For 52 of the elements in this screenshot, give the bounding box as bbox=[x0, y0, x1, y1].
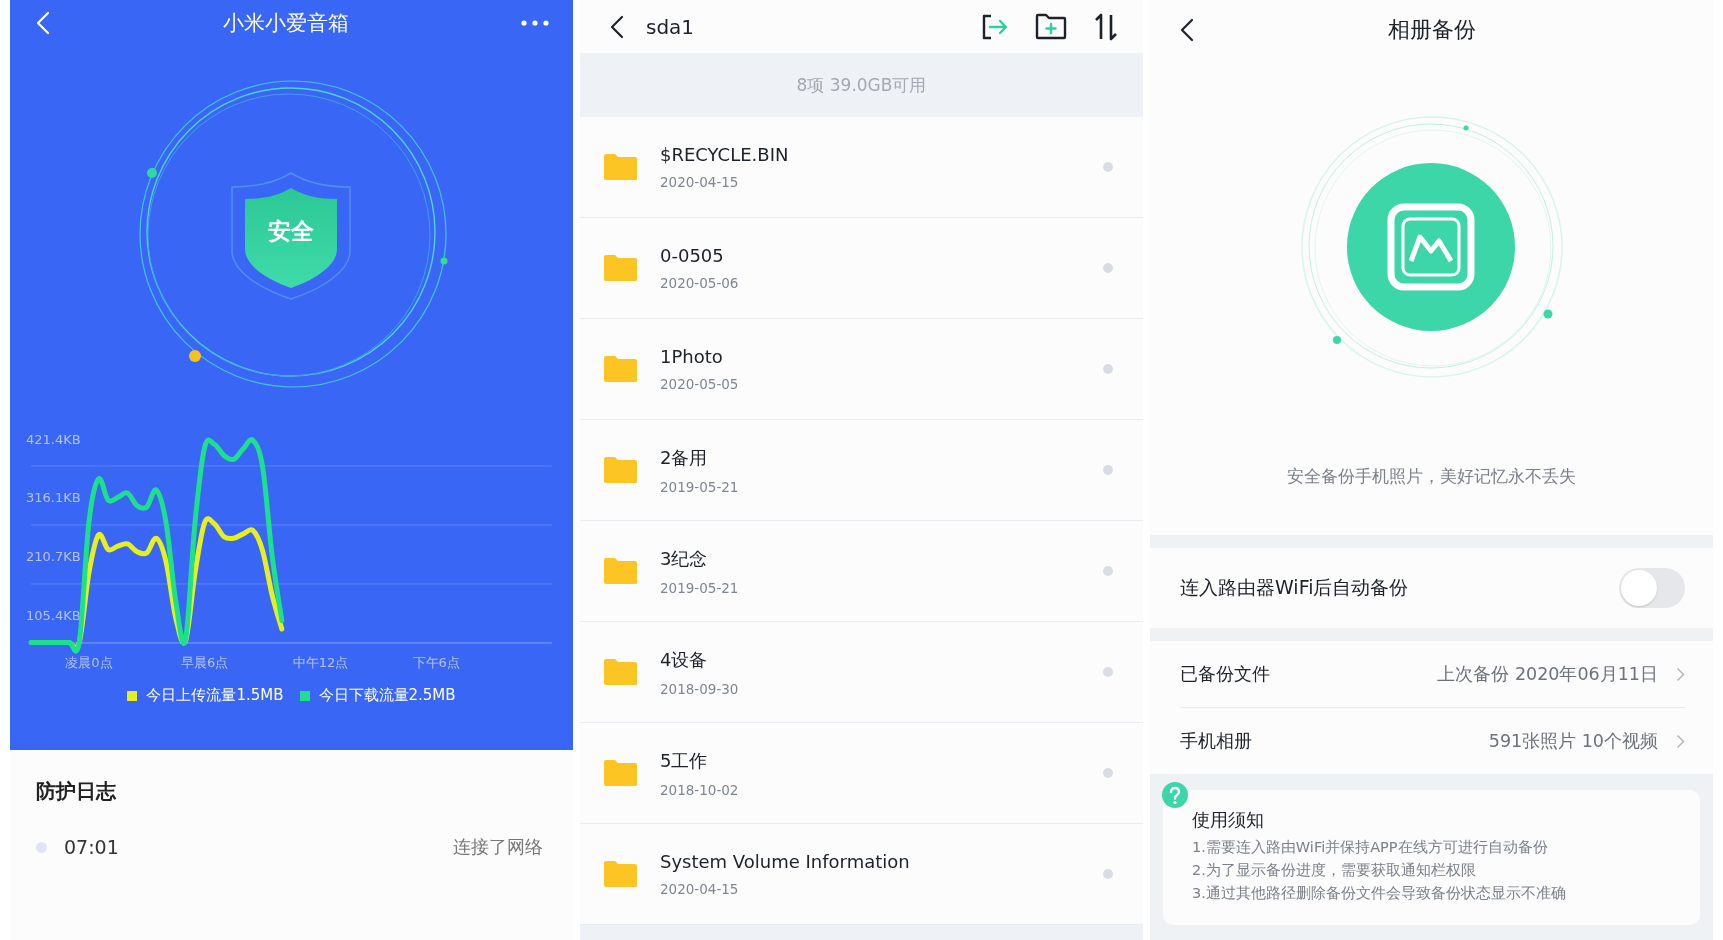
x-tick-label: 中午12点 bbox=[292, 655, 349, 670]
folder-name: System Volume Information bbox=[660, 851, 911, 872]
log-time: 07:01 bbox=[64, 836, 119, 858]
notice-title: 使用须知 bbox=[1192, 808, 1265, 832]
folder-name: 2备用 bbox=[660, 445, 709, 470]
log-event: 连接了网络 bbox=[453, 835, 544, 859]
folder-row[interactable]: 3纪念 2019-05-21 bbox=[580, 521, 1143, 622]
folder-date: 2018-10-02 bbox=[660, 781, 740, 798]
row-value: 上次备份 2020年06月11日 bbox=[1437, 663, 1658, 686]
y-tick-label: 421.4KB bbox=[26, 431, 81, 447]
folder-name: $RECYCLE.BIN bbox=[660, 144, 790, 165]
folder-row[interactable]: 2备用 2019-05-21 bbox=[580, 420, 1143, 521]
folder-name: 0-0505 bbox=[660, 245, 725, 266]
folder-date: 2019-05-21 bbox=[660, 478, 740, 495]
notice-item: 3.通过其他路径删除备份文件会导致备份状态显示不准确 bbox=[1192, 884, 1567, 903]
screen-title: 相册备份 bbox=[1387, 16, 1476, 44]
folder-row[interactable]: 0-0505 2020-05-06 bbox=[580, 218, 1143, 319]
y-tick-label: 105.4KB bbox=[26, 608, 81, 624]
folder-date: 2020-04-15 bbox=[660, 174, 740, 190]
screen-title: 小米小爱音箱 bbox=[222, 9, 349, 37]
x-tick-label: 下午6点 bbox=[412, 655, 460, 670]
folder-date: 2018-09-30 bbox=[660, 680, 740, 697]
folder-date: 2020-04-15 bbox=[660, 881, 740, 897]
folder-name: 4设备 bbox=[660, 647, 709, 672]
row-value: 591张照片 10个视频 bbox=[1488, 730, 1658, 753]
x-tick-label: 凌晨0点 bbox=[65, 655, 113, 670]
y-tick-label: 210.7KB bbox=[26, 549, 81, 565]
notice-item: 2.为了显示备份进度，需要获取通知栏权限 bbox=[1192, 861, 1477, 880]
row-label: 已备份文件 bbox=[1180, 662, 1270, 686]
folder-row[interactable]: 4设备 2018-09-30 bbox=[580, 622, 1143, 723]
notice-item: 1.需要连入路由WiFi并保持APP在线方可进行自动备份 bbox=[1192, 838, 1549, 857]
storage-summary: 8项 39.0GB可用 bbox=[580, 53, 1143, 117]
status-label: 安全 bbox=[268, 216, 314, 246]
section-title: 防护日志 bbox=[36, 778, 117, 805]
folder-row[interactable]: 5工作 2018-10-02 bbox=[580, 723, 1143, 824]
tagline: 安全备份手机照片，美好记忆永不丢失 bbox=[1286, 465, 1577, 488]
legend-label: 今日上传流量1.5MB bbox=[146, 686, 284, 705]
setting-label: 连入路由器WiFi后自动备份 bbox=[1180, 575, 1409, 600]
folder-name: 1Photo bbox=[660, 346, 724, 367]
legend-label: 今日下载流量2.5MB bbox=[318, 686, 456, 705]
folder-row[interactable]: 1Photo 2020-05-05 bbox=[580, 319, 1143, 420]
folder-date: 2020-05-05 bbox=[660, 376, 740, 392]
folder-name: 3纪念 bbox=[660, 546, 709, 571]
folder-date: 2020-05-06 bbox=[660, 275, 740, 291]
row-label: 手机相册 bbox=[1180, 729, 1252, 753]
x-tick-label: 早晨6点 bbox=[181, 655, 229, 670]
settings-row[interactable]: 已备份文件 上次备份 2020年06月11日 bbox=[1180, 641, 1685, 707]
folder-date: 2019-05-21 bbox=[660, 579, 740, 596]
screen-title: sda1 bbox=[646, 14, 696, 39]
folder-name: 5工作 bbox=[660, 748, 709, 773]
y-tick-label: 316.1KB bbox=[26, 490, 81, 506]
folder-row[interactable]: $RECYCLE.BIN 2020-04-15 bbox=[580, 117, 1143, 218]
